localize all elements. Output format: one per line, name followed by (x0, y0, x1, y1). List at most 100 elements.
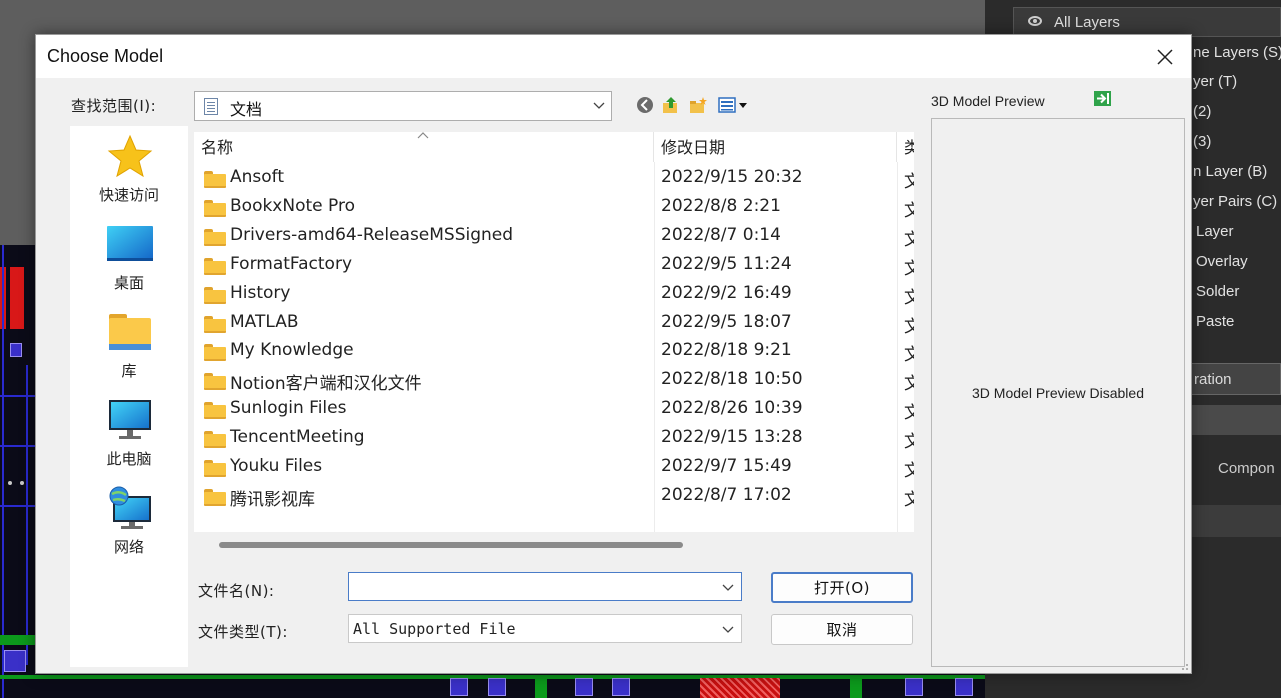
file-type: 文 (904, 172, 914, 192)
layer-label: Overlay (1196, 253, 1248, 270)
file-name: BookxNote Pro (230, 195, 355, 216)
panel-section-bar (1185, 405, 1281, 435)
place-libraries[interactable]: 库 (70, 302, 188, 386)
file-row[interactable]: Notion客户端和汉化文件 2022/8/18 10:50 文 (194, 366, 914, 394)
file-row[interactable]: Youku Files 2022/9/7 15:49 文 (194, 453, 914, 481)
pcb-pad (450, 678, 468, 696)
place-label: 网络 (113, 538, 144, 556)
file-type: 文 (904, 432, 914, 453)
layer-label: Layer (1196, 223, 1234, 240)
file-date: 2022/8/18 9:21 (661, 340, 792, 361)
preview-label: 3D Model Preview (931, 93, 1045, 109)
place-label: 桌面 (113, 274, 144, 292)
eye-icon[interactable] (1028, 16, 1042, 26)
file-date: 2022/8/7 0:14 (661, 224, 781, 245)
folder-icon (204, 228, 226, 246)
file-date: 2022/9/5 11:24 (661, 253, 792, 274)
close-icon (1157, 48, 1173, 65)
layer-label: (3) (1193, 133, 1212, 150)
file-name-combo[interactable] (348, 572, 742, 601)
dialog-titlebar[interactable]: Choose Model (36, 35, 1191, 78)
folder-icon (204, 344, 226, 362)
view-menu-button[interactable] (716, 93, 752, 117)
file-name: History (230, 282, 291, 303)
file-date: 2022/8/18 10:50 (661, 369, 803, 390)
file-name: Youku Files (230, 456, 323, 476)
place-label: 快速访问 (98, 186, 159, 204)
pcb-pad (955, 678, 973, 696)
file-type-dropdown[interactable]: All Supported File (348, 614, 742, 643)
file-row[interactable]: My Knowledge 2022/8/18 9:21 文 (194, 337, 914, 365)
file-row[interactable]: History 2022/9/2 16:49 文 (194, 280, 914, 308)
folder-icon (204, 257, 226, 275)
column-type[interactable]: 类 (897, 132, 914, 162)
file-name: FormatFactory (230, 253, 353, 274)
pcb-pad (612, 678, 630, 696)
folder-icon (204, 431, 226, 449)
place-this-pc[interactable]: 此电脑 (70, 390, 188, 474)
pcb-trace (0, 505, 35, 507)
file-date: 2022/9/15 13:28 (661, 427, 803, 448)
file-date: 2022/9/7 15:49 (661, 456, 792, 476)
file-row[interactable]: BookxNote Pro 2022/8/8 2:21 文 (194, 193, 914, 221)
new-folder-button[interactable] (686, 93, 710, 117)
file-type: 文 (904, 489, 914, 510)
column-name-label: 名称 (201, 138, 234, 157)
preview-toggle-icon[interactable] (1094, 91, 1111, 106)
horizontal-scrollbar[interactable] (194, 535, 914, 553)
back-button[interactable] (634, 93, 656, 117)
view-menu-icon (718, 97, 747, 113)
scrollbar-thumb[interactable] (219, 542, 683, 548)
file-date: 2022/9/2 16:49 (661, 282, 792, 303)
folder-icon (204, 286, 226, 304)
file-name: My Knowledge (230, 340, 354, 361)
folder-icon (204, 171, 226, 188)
cancel-button[interactable]: 取消 (771, 614, 913, 645)
computer-icon (109, 400, 151, 439)
layer-row-all[interactable]: All Layers (1013, 7, 1281, 37)
close-button[interactable] (1139, 35, 1191, 78)
file-date: 2022/8/8 2:21 (661, 195, 781, 216)
file-type: 文 (904, 461, 914, 481)
layer-label: n Layer (B) (1193, 163, 1268, 180)
folder-icon (204, 488, 226, 506)
file-list[interactable]: 名称 修改日期 类 Ansoft2022/9/15 20:32文BookxNot… (194, 132, 914, 532)
new-folder-icon (690, 97, 707, 113)
pcb-keepout (700, 678, 780, 698)
pcb-pad (575, 678, 593, 696)
pcb-copper (0, 635, 35, 645)
file-row[interactable]: MATLAB 2022/9/5 18:07 文 (194, 309, 914, 337)
file-date: 2022/8/7 17:02 (661, 484, 792, 505)
file-date: 2022/9/15 20:32 (661, 167, 803, 187)
file-name-input[interactable] (353, 575, 713, 599)
file-name: 腾讯影视库 (230, 489, 315, 510)
pcb-pad (488, 678, 506, 696)
panel-section-bar (1185, 505, 1281, 537)
pcb-pad (10, 267, 24, 329)
file-row[interactable]: Ansoft 2022/9/15 20:32 文 (194, 164, 914, 192)
place-quick-access[interactable]: 快速访问 (70, 126, 188, 210)
chevron-down-icon[interactable] (721, 581, 735, 595)
up-folder-button[interactable] (660, 93, 682, 117)
file-type: 文 (904, 287, 914, 308)
file-row[interactable]: FormatFactory 2022/9/5 11:24 文 (194, 251, 914, 279)
look-in-dropdown[interactable]: 文档 (194, 91, 612, 121)
folder-icon (204, 373, 226, 391)
file-row[interactable]: Sunlogin Files 2022/8/26 10:39 文 (194, 395, 914, 423)
column-date[interactable]: 修改日期 (654, 132, 897, 162)
place-network[interactable]: 网络 (70, 478, 188, 562)
dialog-title: Choose Model (47, 46, 164, 66)
open-button[interactable]: 打开(O) (771, 572, 913, 603)
folder-icon (204, 199, 226, 217)
file-row[interactable]: Drivers-amd64-ReleaseMSSigned 2022/8/7 0:… (194, 222, 914, 250)
place-label: 此电脑 (106, 450, 152, 468)
pcb-drill (8, 481, 12, 485)
file-row[interactable]: TencentMeeting 2022/9/15 13:28 文 (194, 424, 914, 452)
place-label: 库 (121, 362, 137, 380)
place-desktop[interactable]: 桌面 (70, 214, 188, 298)
column-name[interactable]: 名称 (194, 132, 654, 162)
resize-grip-icon[interactable] (1179, 661, 1189, 671)
file-row[interactable]: 腾讯影视库 2022/8/7 17:02 文 (194, 482, 914, 510)
panel-tab-configuration[interactable]: ration (1185, 363, 1281, 395)
folder-icon (204, 402, 226, 420)
